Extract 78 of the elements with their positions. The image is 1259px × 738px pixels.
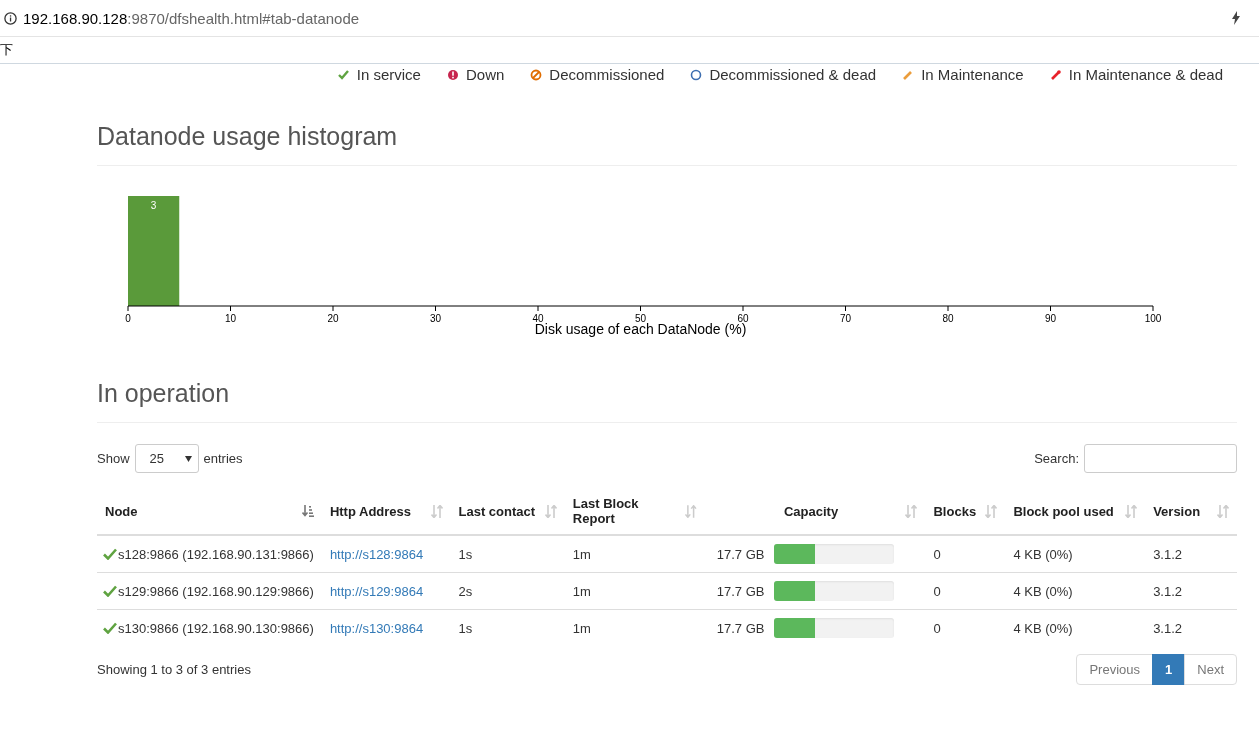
search-label: Search:	[1034, 451, 1079, 466]
tick-label: 10	[224, 313, 237, 324]
table-cell: 3.1.2	[1153, 583, 1183, 599]
legend-label: In Maintenance	[921, 66, 1024, 83]
legend-label: Decommissioned & dead	[709, 66, 877, 83]
http-address-link[interactable]: http://s128:9864	[329, 546, 424, 562]
capacity-value: 17.7 GB	[716, 620, 765, 636]
tick-label: 90	[1044, 313, 1057, 324]
check-icon	[103, 548, 117, 560]
tick-label: 30	[429, 313, 442, 324]
sort-icon[interactable]	[685, 504, 697, 518]
table-cell: 0	[933, 620, 941, 636]
info-icon[interactable]	[4, 11, 17, 25]
http-address-link[interactable]: http://s129:9864	[329, 583, 424, 599]
table-cell: 4 KB (0%)	[1013, 546, 1073, 562]
legend-label: Decommissioned	[549, 66, 665, 83]
sort-icon[interactable]	[430, 504, 443, 518]
section-heading: Datanode usage histogram	[97, 121, 1237, 166]
table-cell: 1s	[458, 546, 473, 562]
table-cell: 1s	[458, 620, 473, 636]
tick-label: 40	[532, 313, 544, 324]
axis-title: Disk usage of each DataNode (%)	[534, 321, 747, 337]
lightning-icon[interactable]	[1231, 11, 1241, 25]
page-size-select[interactable]: 25	[134, 444, 199, 473]
dropdown-caret-icon	[184, 455, 192, 462]
tick-label: 20	[327, 313, 339, 324]
table-cell: 0	[933, 583, 941, 599]
pagination-button[interactable]: Previous	[1076, 654, 1154, 685]
node-name: s128:9866 (192.168.90.131:9866)	[118, 546, 314, 562]
node-name: s130:9866 (192.168.90.130:9866)	[118, 620, 314, 636]
column-header[interactable]: Last contact	[458, 503, 536, 519]
tick-label: 0	[125, 313, 131, 324]
sort-icon[interactable]	[544, 504, 557, 518]
tick-label: 70	[839, 313, 852, 324]
search-field[interactable]	[1084, 444, 1237, 473]
pagination-button[interactable]: 1	[1152, 654, 1186, 685]
http-address-link[interactable]: http://s130:9864	[329, 620, 424, 636]
column-header[interactable]: Capacity	[773, 503, 839, 519]
sort-ascending-icon[interactable]	[301, 505, 314, 517]
tick-label: 80	[942, 313, 954, 324]
table-cell: 3.1.2	[1153, 620, 1183, 636]
legend-label: In Maintenance & dead	[1068, 66, 1223, 83]
address-bar[interactable]: 192.168.90.128:9870/dfshealth.html#tab-datanode	[23, 9, 1225, 27]
node-name: s129:9866 (192.168.90.129:9866)	[118, 583, 314, 599]
check-icon	[103, 585, 117, 597]
column-header[interactable]: Blocks	[933, 503, 977, 519]
sort-icon[interactable]	[905, 504, 918, 518]
column-header[interactable]: Node	[105, 503, 138, 519]
legend-label: Down	[465, 66, 505, 83]
bookmark-item[interactable]: 下	[0, 41, 13, 59]
table-info: Showing 1 to 3 of 3 entries	[97, 662, 251, 677]
table-cell: 4 KB (0%)	[1013, 620, 1073, 636]
tick-label: 50	[634, 313, 647, 324]
entries-label: entries	[203, 451, 243, 466]
capacity-value: 17.7 GB	[716, 583, 765, 599]
table-cell: 1m	[572, 620, 591, 636]
bar-value-label: 3	[150, 200, 157, 211]
section-heading: In operation	[97, 378, 1237, 423]
sort-icon[interactable]	[1125, 504, 1138, 518]
tick-label: 60	[737, 313, 749, 324]
column-header[interactable]: Block pool used	[1013, 503, 1114, 519]
tick-label: 100	[1144, 313, 1162, 324]
table-cell: 4 KB (0%)	[1013, 583, 1073, 599]
column-header[interactable]: Last Block Report	[572, 496, 680, 526]
sort-icon[interactable]	[985, 504, 998, 518]
table-cell: 3.1.2	[1153, 546, 1183, 562]
capacity-value: 17.7 GB	[716, 546, 765, 562]
table-cell: 0	[933, 546, 941, 562]
table-cell: 1m	[572, 583, 591, 599]
table-cell: 2s	[458, 583, 473, 599]
column-header[interactable]: Version	[1153, 503, 1201, 519]
show-label: Show	[97, 451, 130, 466]
legend-label: In service	[356, 66, 421, 83]
column-header[interactable]: Http Address	[329, 503, 412, 519]
table-cell: 1m	[572, 546, 591, 562]
pagination-button[interactable]: Next	[1184, 654, 1237, 685]
sort-icon[interactable]	[1217, 504, 1229, 518]
check-icon	[103, 622, 117, 634]
